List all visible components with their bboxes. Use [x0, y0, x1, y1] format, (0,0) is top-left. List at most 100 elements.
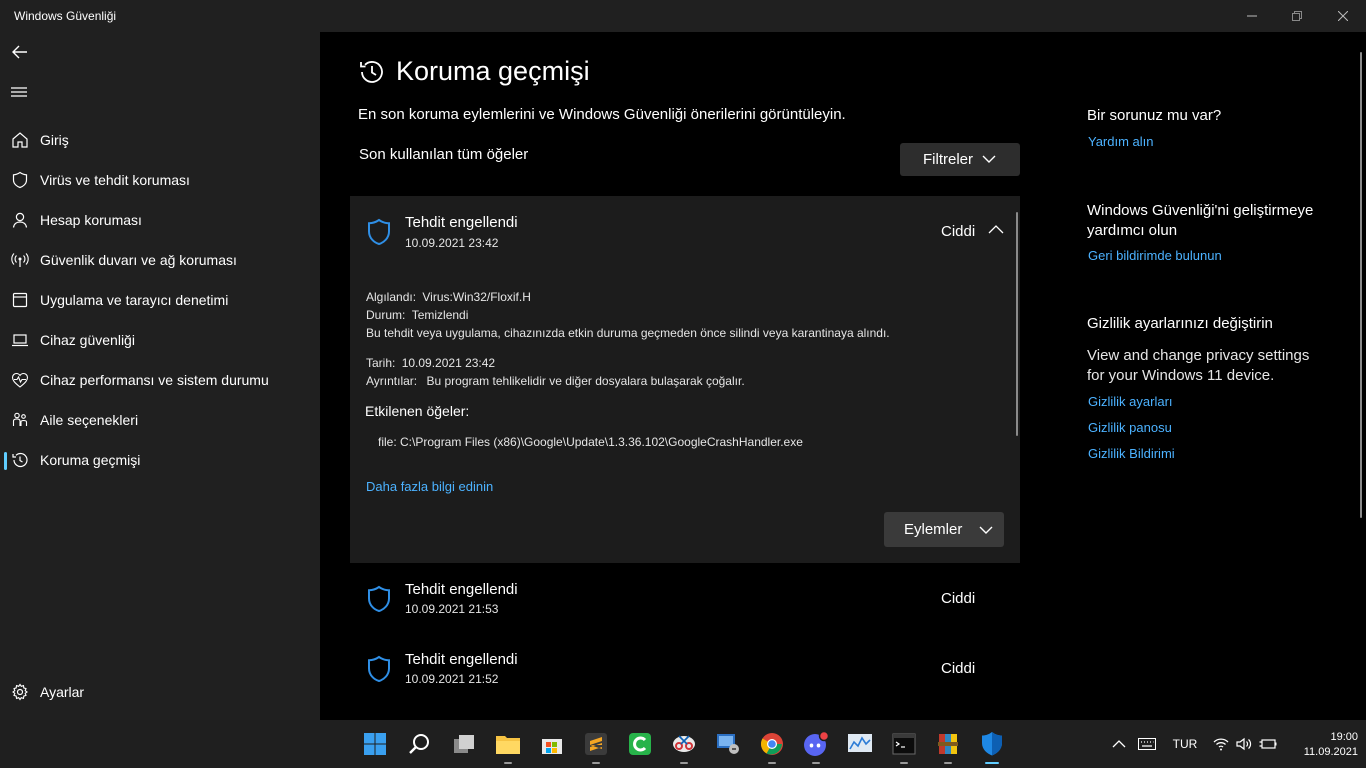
restore-button[interactable]	[1274, 0, 1320, 32]
running-indicator	[985, 762, 999, 764]
details-value: Bu program tehlikelidir ve diğer dosyala…	[426, 374, 745, 388]
threat-date: 10.09.2021 23:42	[405, 236, 499, 250]
start-button[interactable]	[359, 728, 391, 760]
camtasia-icon	[629, 733, 651, 755]
learn-more-link[interactable]: Daha fazla bilgi edinin	[366, 479, 493, 494]
chrome-icon	[761, 733, 783, 755]
threat-title: Tehdit engellendi	[405, 581, 518, 598]
severity-label: Ciddi	[941, 590, 976, 607]
taskbar-camtasia[interactable]	[624, 728, 656, 760]
family-icon	[11, 411, 29, 429]
privacy-statement-link[interactable]: Gizlilik Bildirimi	[1088, 446, 1175, 461]
history-icon	[11, 451, 29, 469]
sidebar-item-settings[interactable]: Ayarlar	[0, 673, 320, 711]
running-indicator	[504, 762, 512, 764]
snipping-tool-icon	[673, 735, 695, 752]
get-help-link[interactable]: Yardım alın	[1088, 134, 1154, 149]
threat-date: 10.09.2021 21:52	[405, 672, 499, 686]
battery-icon	[1259, 739, 1277, 749]
touch-keyboard-button[interactable]	[1137, 720, 1157, 768]
taskbar-file-explorer[interactable]	[492, 728, 524, 764]
back-arrow-icon	[12, 45, 27, 59]
privacy-settings-link[interactable]: Gizlilik ayarları	[1088, 394, 1173, 409]
sidebar-item-app-browser-control[interactable]: Uygulama ve tarayıcı denetimi	[0, 281, 320, 319]
status-value: Temizlendi	[411, 308, 469, 322]
clock-button[interactable]: 19:00 11.09.2021	[1288, 720, 1358, 768]
sidebar-item-account-protection[interactable]: Hesap koruması	[0, 201, 320, 239]
affected-file-path: file: C:\Program Files (x86)\Google\Upda…	[378, 435, 803, 449]
language-indicator[interactable]: TUR	[1166, 720, 1204, 768]
shield-icon	[982, 732, 1002, 756]
privacy-dashboard-link[interactable]: Gizlilik panosu	[1088, 420, 1172, 435]
threat-date: 10.09.2021 21:53	[405, 602, 499, 616]
quick-settings-button[interactable]	[1210, 720, 1280, 768]
keyboard-icon	[1138, 738, 1156, 750]
details-row: Ayrıntılar: Bu program tehlikelidir ve d…	[366, 374, 745, 388]
discord-icon	[804, 731, 829, 756]
sidebar-item-firewall[interactable]: Güvenlik duvarı ve ağ koruması	[0, 241, 320, 279]
sidebar-item-protection-history[interactable]: Koruma geçmişi	[0, 441, 320, 479]
sidebar-item-label: Aile seçenekleri	[40, 412, 139, 428]
threat-row[interactable]: Tehdit engellendi 10.09.2021 21:53 Ciddi	[350, 571, 1020, 631]
date-label: Tarih:	[366, 356, 396, 370]
taskbar-store[interactable]	[536, 728, 568, 760]
list-scrollbar[interactable]	[1016, 212, 1018, 436]
threat-card-expanded: Tehdit engellendi 10.09.2021 23:42 Ciddi…	[350, 196, 1020, 563]
taskbar-remote-desktop[interactable]	[712, 728, 744, 760]
window-title: Windows Güvenliği	[14, 9, 117, 23]
sidebar-item-label: Ayarlar	[40, 684, 85, 700]
actions-button[interactable]: Eylemler	[884, 512, 1004, 547]
terminal-icon	[892, 733, 916, 755]
chevron-up-icon	[1112, 740, 1126, 748]
filters-button[interactable]: Filtreler	[900, 143, 1020, 176]
volume-icon	[1236, 737, 1252, 751]
running-indicator	[680, 762, 688, 764]
shield-icon	[368, 655, 390, 683]
sidebar-item-label: Cihaz güvenliği	[40, 332, 135, 348]
sidebar-item-home[interactable]: Giriş	[0, 121, 320, 159]
store-icon	[542, 739, 562, 754]
page-scrollbar[interactable]	[1360, 52, 1362, 518]
resource-monitor-icon	[848, 734, 872, 752]
taskbar-snipping-tool[interactable]	[668, 728, 700, 764]
severity-label: Ciddi	[941, 660, 976, 677]
affected-items-title: Etkilenen öğeler:	[365, 403, 470, 419]
taskbar-windows-security[interactable]	[976, 728, 1008, 764]
taskbar-winrar[interactable]	[932, 728, 964, 764]
laptop-icon	[11, 331, 29, 349]
chevron-up-icon[interactable]	[988, 224, 1004, 234]
search-icon	[409, 734, 429, 754]
filters-button-label: Filtreler	[923, 151, 974, 168]
sidebar-item-device-security[interactable]: Cihaz güvenliği	[0, 321, 320, 359]
clock-time: 19:00	[1330, 730, 1358, 743]
sidebar-item-family-options[interactable]: Aile seçenekleri	[0, 401, 320, 439]
status-row: Durum: Temizlendi	[366, 308, 468, 322]
chevron-down-icon	[982, 155, 996, 163]
taskbar-sublime-text[interactable]	[580, 728, 612, 764]
sidebar-item-virus-protection[interactable]: Virüs ve tehdit koruması	[0, 161, 320, 199]
page-title: Koruma geçmişi	[396, 56, 590, 86]
threat-title: Tehdit engellendi	[405, 214, 518, 231]
minimize-button[interactable]	[1229, 0, 1275, 32]
tray-overflow-button[interactable]	[1108, 720, 1130, 768]
running-indicator	[592, 762, 600, 764]
menu-button[interactable]	[10, 82, 32, 104]
date-value: 10.09.2021 23:42	[401, 356, 496, 370]
taskbar-discord[interactable]	[800, 728, 832, 764]
taskbar-terminal[interactable]	[888, 728, 920, 764]
sidebar-item-label: Virüs ve tehdit koruması	[40, 172, 190, 188]
back-button[interactable]	[10, 42, 32, 64]
feedback-link[interactable]: Geri bildirimde bulunun	[1088, 248, 1222, 263]
sidebar-item-device-performance[interactable]: Cihaz performansı ve sistem durumu	[0, 361, 320, 399]
restore-icon	[1292, 11, 1302, 21]
threat-row[interactable]: Tehdit engellendi 10.09.2021 21:52 Ciddi	[350, 641, 1020, 701]
close-button[interactable]	[1320, 0, 1366, 32]
sidebar-item-label: Güvenlik duvarı ve ağ koruması	[40, 252, 237, 268]
task-view-button[interactable]	[448, 728, 480, 760]
details-label: Ayrıntılar:	[366, 374, 418, 388]
taskbar-chrome[interactable]	[756, 728, 788, 764]
taskbar-search-button[interactable]	[404, 728, 436, 760]
detected-value: Virus:Win32/Floxif.H	[422, 290, 531, 304]
taskbar-resource-monitor[interactable]	[844, 728, 876, 760]
help-heading: Bir sorunuz mu var?	[1087, 107, 1222, 124]
